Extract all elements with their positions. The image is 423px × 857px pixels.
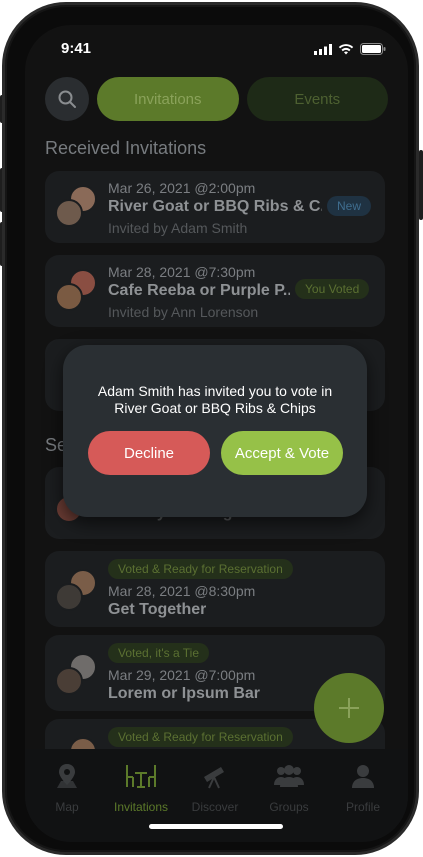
profile-icon	[352, 765, 374, 788]
invitation-date: Mar 28, 2021 @7:30pm	[108, 264, 256, 280]
avatar	[55, 283, 83, 311]
invited-by: Invited by Ann Lorenson	[108, 304, 259, 320]
invitation-card[interactable]: Mar 26, 2021 @2:00pm River Goat or BBQ R…	[45, 171, 385, 243]
phone-frame: 9:41 Invitations Events Received Invitat…	[2, 2, 419, 855]
received-invitations-heading: Received Invitations	[45, 138, 207, 158]
invitation-date: Mar 26, 2021 @2:00pm	[108, 180, 256, 196]
plus-icon	[339, 698, 359, 718]
avatar	[55, 583, 83, 611]
tab-label: Profile	[345, 800, 380, 814]
status-time: 9:41	[61, 40, 92, 57]
add-event-button[interactable]	[314, 673, 384, 743]
event-date: Mar 29, 2021 @7:00pm	[108, 667, 256, 683]
tab-groups[interactable]: Groups	[251, 763, 327, 814]
event-card[interactable]: Voted & Ready for Reservation Mar 28, 20…	[45, 551, 385, 627]
invited-by: Invited by Adam Smith	[108, 220, 248, 236]
invitation-card[interactable]: Mar 28, 2021 @7:30pm Cafe Reeba or Purpl…	[45, 255, 385, 327]
invitation-title: River Goat or BBQ Ribs & C...	[108, 198, 322, 215]
event-date: Mar 28, 2021 @8:30pm	[108, 583, 256, 599]
new-badge: New	[327, 196, 372, 216]
tab-invitations[interactable]: Invitations	[97, 77, 239, 121]
invitation-title: Cafe Reeba or Purple P...	[108, 282, 290, 299]
groups-icon	[274, 765, 304, 787]
tab-discover[interactable]: Discover	[177, 763, 253, 814]
avatar	[55, 199, 83, 227]
you-voted-badge: You Voted	[295, 279, 370, 299]
avatar	[55, 667, 83, 695]
decline-button[interactable]: Decline	[88, 431, 210, 475]
telescope-icon	[204, 767, 224, 789]
battery-icon	[360, 43, 386, 55]
tab-label: Groups	[269, 800, 309, 814]
status-tag: Voted, it's a Tie	[108, 643, 210, 663]
wifi-icon	[338, 44, 354, 55]
signal-icon	[314, 43, 332, 55]
tab-invitations-bottom[interactable]: Invitations	[103, 763, 179, 814]
status-bar: 9:41	[25, 39, 408, 59]
search-button[interactable]	[45, 77, 89, 121]
status-tag: Voted & Ready for Reservation	[108, 727, 293, 747]
event-title: Get Together	[108, 601, 207, 618]
avatar-group	[55, 185, 99, 229]
status-tag: Voted & Ready for Reservation	[108, 559, 293, 579]
tab-label: Discover	[191, 800, 239, 814]
power-button	[419, 150, 423, 220]
tab-events[interactable]: Events	[246, 77, 388, 121]
map-pin-icon	[57, 764, 77, 788]
tab-profile[interactable]: Profile	[325, 763, 401, 814]
tab-map[interactable]: Map	[29, 763, 105, 814]
avatar-group	[55, 653, 99, 697]
home-indicator	[149, 824, 283, 829]
app-screen: 9:41 Invitations Events Received Invitat…	[25, 25, 408, 842]
tab-label: Map	[55, 800, 79, 814]
event-title: Lorem or Ipsum Bar	[108, 685, 261, 702]
status-icons	[314, 43, 386, 55]
table-icon	[126, 765, 156, 788]
avatar-group	[55, 269, 99, 313]
search-icon	[58, 90, 76, 108]
top-segmented-control: Invitations Events	[45, 77, 388, 121]
modal-message: Adam Smith has invited you to vote in Ri…	[97, 383, 333, 416]
vote-invitation-modal: Adam Smith has invited you to vote in Ri…	[63, 345, 367, 517]
tab-label: Invitations	[113, 800, 169, 814]
avatar-group	[55, 569, 99, 613]
accept-vote-button[interactable]: Accept & Vote	[221, 431, 343, 475]
